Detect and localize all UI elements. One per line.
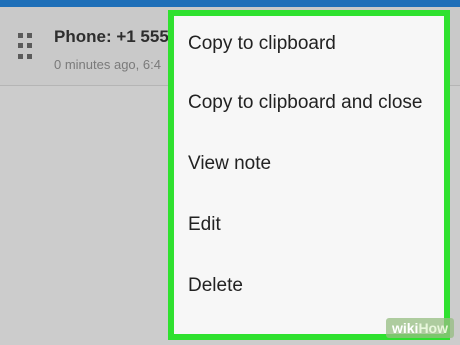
app-screen: Phone: +1 555 0 minutes ago, 6:4 Copy to…: [0, 0, 460, 345]
menu-item-edit[interactable]: Edit: [174, 194, 444, 255]
entry-timestamp: 0 minutes ago, 6:4: [54, 57, 161, 72]
watermark-part2: How: [418, 320, 448, 336]
menu-item-view-note[interactable]: View note: [174, 133, 444, 194]
drag-handle-icon[interactable]: [18, 33, 32, 61]
menu-item-delete[interactable]: Delete: [174, 255, 444, 316]
context-menu: Copy to clipboard Copy to clipboard and …: [168, 10, 450, 340]
entry-title: Phone: +1 555: [54, 27, 169, 46]
watermark-part1: wiki: [391, 320, 419, 336]
top-bar: [0, 0, 460, 7]
menu-item-copy-to-clipboard[interactable]: Copy to clipboard: [174, 16, 444, 72]
menu-item-copy-and-close[interactable]: Copy to clipboard and close: [174, 72, 444, 133]
wikihow-watermark: wikiHow: [385, 318, 454, 338]
